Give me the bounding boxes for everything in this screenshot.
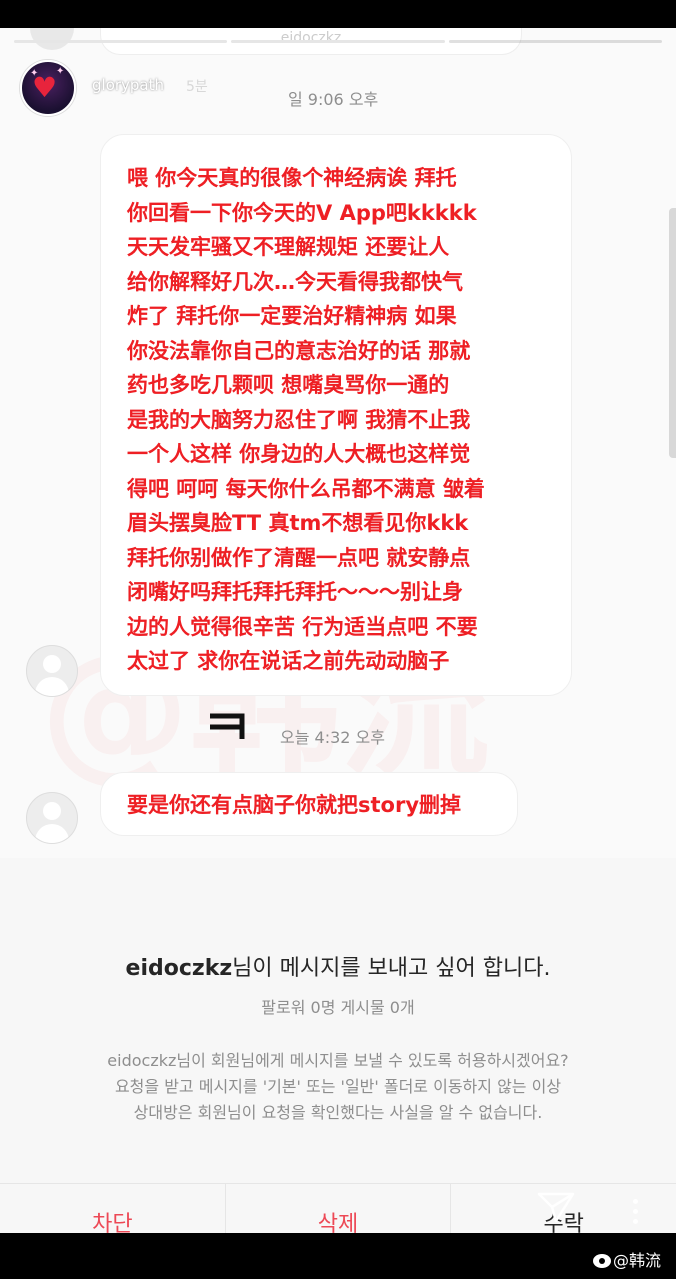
avatar-head [43,655,61,673]
chat-timestamp: 오늘 4:32 오후 [280,728,385,747]
request-info-line: 요청을 받고 메시지를 '기본' 또는 '일반' 폴더로 이동하지 않는 이상 [114,1077,562,1096]
chat-timestamp: 일 9:06 오후 [288,90,379,109]
story-posted-time: 5분 [186,79,208,95]
request-title-text: 님이 메시지를 보내고 싶어 합니다. [232,956,551,981]
requester-stats: 팔로워 0명 게시물 0개 [261,998,415,1017]
weibo-logo-icon [593,1254,611,1268]
previous-avatar-fragment [30,28,74,50]
message-text: 喂 你今天真的很像个神经病诶 拜托 你回看一下你今天的V App吧kkkkk 天… [127,166,485,673]
heart-icon: ♥ [32,71,58,104]
message-request-panel: eidoczkz님이 메시지를 보내고 싶어 합니다. 팔로워 0명 게시물 0… [0,858,676,1233]
korean-k-glyph-icon [210,713,245,739]
avatar-body [35,677,69,696]
story-screen: eidoczkz ✦ ✦ ♥ glorypath 5분 @韩流 일 9:06 오… [0,28,676,1233]
delete-button[interactable]: 삭제 [226,1184,452,1233]
contact-avatar[interactable] [26,792,78,844]
contact-avatar[interactable] [26,645,78,697]
avatar-body [35,824,69,843]
message-bubble: 喂 你今天真的很像个神经病诶 拜托 你回看一下你今天的V App吧kkkkk 天… [100,134,572,696]
block-button[interactable]: 차단 [0,1184,226,1233]
weibo-watermark: @韩流 [593,1247,661,1271]
request-info: eidoczkz님이 회원님에게 메시지를 보낼 수 있도록 허용하시겠어요? … [40,1048,636,1126]
request-info-line: 상대방은 회원님이 요청을 확인했다는 사실을 알 수 없습니다. [133,1103,543,1122]
request-info-line: eidoczkz님이 회원님에게 메시지를 보낼 수 있도록 허용하시겠어요? [107,1051,569,1070]
progress-segment [448,40,662,43]
sparkle-icon: ✦ [56,66,65,77]
story-progress-bar [14,40,662,43]
scrollbar[interactable] [669,208,676,458]
story-avatar[interactable]: ✦ ✦ ♥ [20,60,76,116]
message-text: 要是你还有点脑子你就把story删掉 [127,793,462,817]
previous-username: eidoczkz [280,30,342,46]
request-title: eidoczkz님이 메시지를 보내고 싶어 합니다. [0,950,676,982]
message-bubble: 要是你还有点脑子你就把story删掉 [100,772,518,836]
avatar-head [43,802,61,820]
progress-segment [14,40,228,43]
more-options-icon[interactable] [630,1196,640,1232]
story-username[interactable]: glorypath [92,76,164,94]
send-icon[interactable] [536,1190,576,1224]
requester-name: eidoczkz [125,956,233,981]
progress-segment [231,40,445,43]
weibo-account: 韩流 [629,1251,662,1270]
